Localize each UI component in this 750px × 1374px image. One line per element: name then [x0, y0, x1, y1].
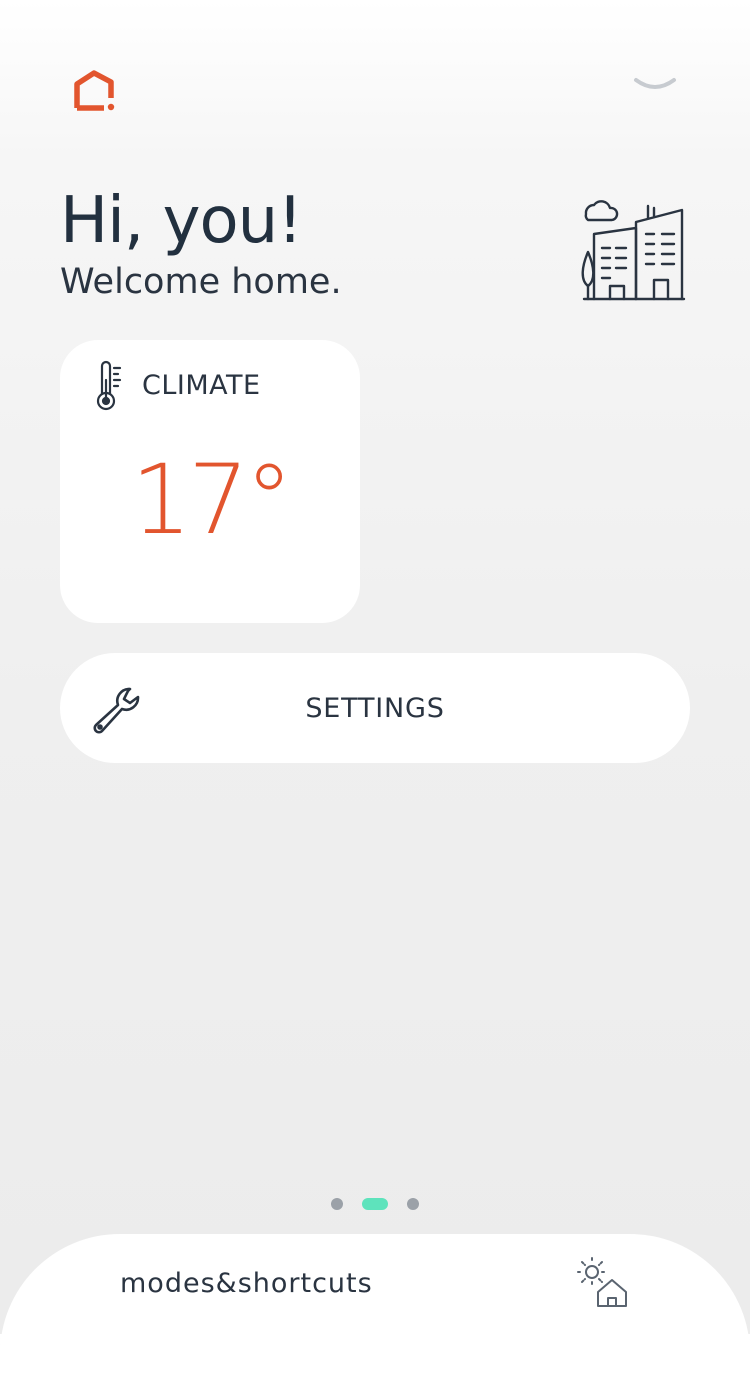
page-dot-active[interactable]	[362, 1198, 388, 1210]
settings-label: SETTINGS	[305, 693, 445, 724]
chevron-down-icon[interactable]	[630, 72, 680, 96]
buildings-icon	[581, 200, 686, 301]
greeting-subtitle: Welcome home.	[60, 262, 342, 302]
thermometer-icon	[96, 360, 122, 411]
settings-button[interactable]: SETTINGS	[60, 653, 690, 763]
page-dot[interactable]	[331, 1198, 343, 1210]
climate-card[interactable]: CLIMATE 17°	[60, 340, 360, 623]
page-dot[interactable]	[407, 1198, 419, 1210]
climate-label: CLIMATE	[142, 370, 261, 401]
greeting-title: Hi, you!	[60, 184, 303, 258]
sun-house-icon[interactable]	[572, 1254, 632, 1310]
modes-shortcuts-label[interactable]: modes&shortcuts	[120, 1268, 373, 1299]
page-indicator	[0, 1196, 750, 1212]
bottom-sheet[interactable]: modes&shortcuts	[0, 1234, 750, 1374]
top-bar	[0, 0, 750, 150]
home-logo-icon[interactable]	[72, 68, 118, 114]
temperature-value: 17°	[130, 444, 293, 556]
account-name-redacted[interactable]	[270, 62, 502, 112]
